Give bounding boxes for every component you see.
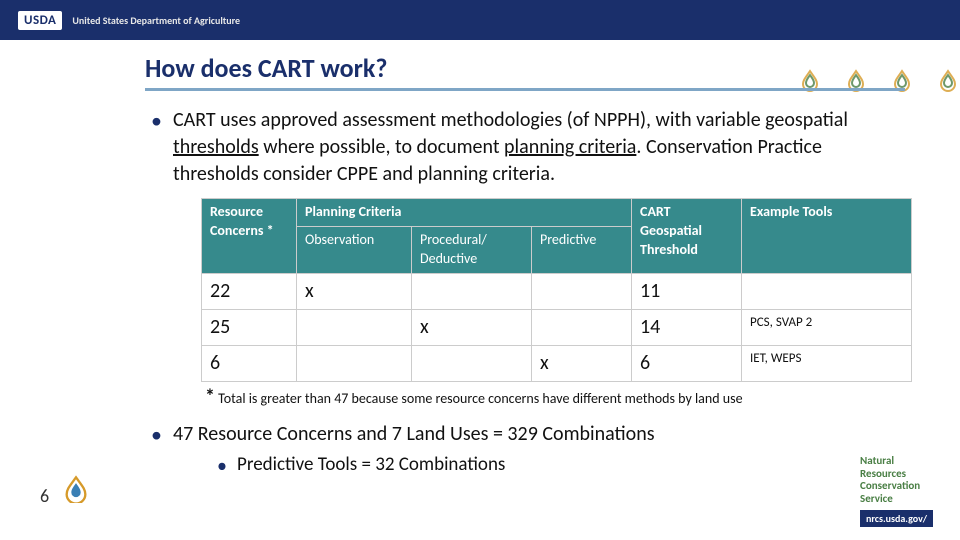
footnote-star: * xyxy=(205,385,215,409)
cell-rc: 22 xyxy=(202,273,297,309)
usda-header-bar: USDA United States Department of Agricul… xyxy=(0,0,960,40)
slide-content: How does CART work? CART uses approved a… xyxy=(0,40,960,478)
bullet-1-underline-2: planning criteria xyxy=(504,135,636,159)
usda-dept-text: United States Department of Agriculture xyxy=(72,14,240,27)
th-planning-criteria: Planning Criteria xyxy=(297,199,632,227)
table-row: 25 x 14 PCS, SVAP 2 xyxy=(202,309,912,345)
cart-table: Resource Concerns * Planning Criteria CA… xyxy=(201,198,912,382)
cell-pred xyxy=(532,273,632,309)
table-row: 6 x 6 IET, WEPS xyxy=(202,345,912,381)
bullet-2-sub: Predictive Tools = 32 Combinations xyxy=(213,452,905,479)
slide-title: How does CART work? xyxy=(145,52,905,91)
cell-proc: x xyxy=(412,309,532,345)
th-geo-threshold: CART Geospatial Threshold xyxy=(632,199,742,274)
bullet-1: CART uses approved assessment methodolog… xyxy=(145,107,905,411)
cell-obs xyxy=(297,345,412,381)
th-example-tools: Example Tools xyxy=(742,199,912,274)
cell-rc: 6 xyxy=(202,345,297,381)
cell-rc: 25 xyxy=(202,309,297,345)
nrcs-line: Natural xyxy=(860,455,950,468)
cart-table-body: 22 x 11 25 x 14 PCS, SVAP 2 xyxy=(202,273,912,381)
th-resource-concerns: Resource Concerns * xyxy=(202,199,297,274)
cell-geo: 11 xyxy=(632,273,742,309)
table-footnote: * Total is greater than 47 because some … xyxy=(205,384,905,411)
cell-geo: 14 xyxy=(632,309,742,345)
th-predictive: Predictive xyxy=(532,226,632,273)
th-procedural: Procedural/ Deductive xyxy=(412,226,532,273)
cell-tools xyxy=(742,273,912,309)
cell-obs: x xyxy=(297,273,412,309)
bullet-1-underline-1: thresholds xyxy=(173,135,259,159)
cell-proc xyxy=(412,345,532,381)
cell-proc xyxy=(412,273,532,309)
th-observation: Observation xyxy=(297,226,412,273)
bullet-1-text-b: where possible, to document xyxy=(259,135,504,159)
droplet-icon xyxy=(62,475,90,503)
cell-geo: 6 xyxy=(632,345,742,381)
cell-pred xyxy=(532,309,632,345)
cell-tools: PCS, SVAP 2 xyxy=(742,309,912,345)
cell-tools: IET, WEPS xyxy=(742,345,912,381)
cell-obs xyxy=(297,309,412,345)
bullet-2-sub-text: Predictive Tools = 32 Combinations xyxy=(237,453,505,476)
bullet-2-text: 47 Resource Concerns and 7 Land Uses = 3… xyxy=(173,422,655,446)
bullet-2: 47 Resource Concerns and 7 Land Uses = 3… xyxy=(145,421,905,479)
bullet-1-text-a: CART uses approved assessment methodolog… xyxy=(173,108,848,132)
usda-logo-badge: USDA xyxy=(18,11,62,30)
nrcs-line: Service xyxy=(860,493,950,506)
bullet-list: CART uses approved assessment methodolog… xyxy=(145,107,905,478)
cell-pred: x xyxy=(532,345,632,381)
footnote-text: Total is greater than 47 because some re… xyxy=(215,390,743,407)
bullet-2-sublist: Predictive Tools = 32 Combinations xyxy=(173,452,905,479)
table-row: 22 x 11 xyxy=(202,273,912,309)
nrcs-branding: Natural Resources Conservation Service n… xyxy=(860,455,950,527)
nrcs-link: nrcs.usda.gov/ xyxy=(860,510,933,528)
page-number: 6 xyxy=(40,485,49,507)
